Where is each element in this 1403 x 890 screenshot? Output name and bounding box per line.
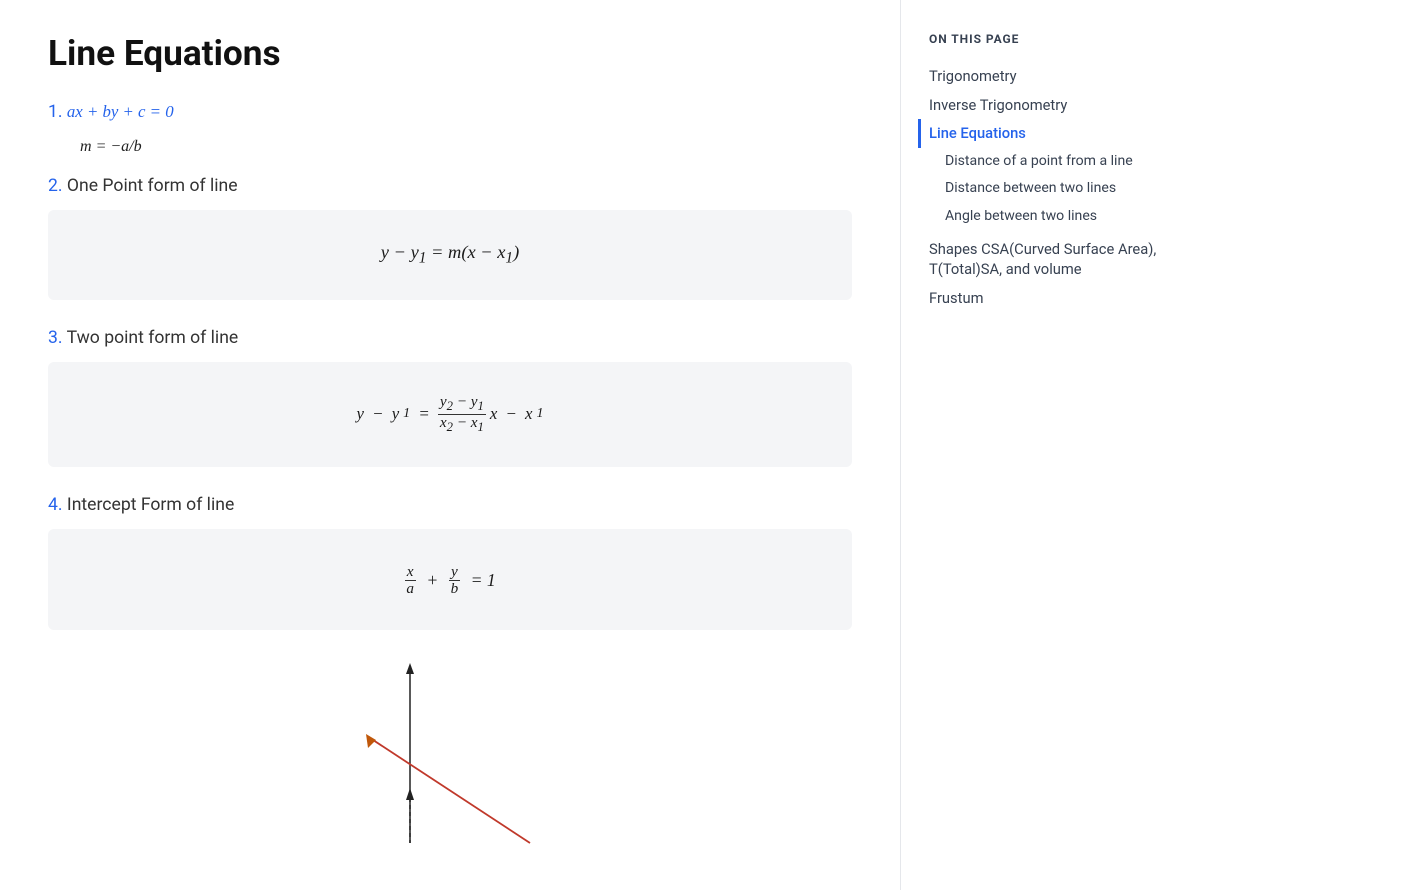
section-1-formula-inline: ax + by + c = 0 xyxy=(67,102,174,121)
section-1-subformula: m = −a/b xyxy=(80,138,142,155)
section-3-heading: 3. Two point form of line xyxy=(48,328,852,348)
sidebar-item-shapes-csa[interactable]: Shapes CSA(Curved Surface Area), T(Total… xyxy=(929,235,1160,284)
section-1-num: 1. xyxy=(48,102,63,122)
section-3-formula-box: y − y1 = y2 − y1 x2 − x1 x − x1 xyxy=(48,362,852,467)
sidebar-item-inverse-trig[interactable]: Inverse Trigonometry xyxy=(929,91,1160,120)
sidebar-item-distance-point[interactable]: Distance of a point from a line xyxy=(929,148,1160,176)
section-2-heading: 2. One Point form of line xyxy=(48,176,852,196)
section-3: 3. Two point form of line y − y1 = y2 − … xyxy=(48,328,852,467)
section-3-num: 3. xyxy=(48,328,63,348)
section-1: 1. ax + by + c = 0 m = −a/b xyxy=(48,102,852,156)
section-4-num: 4. xyxy=(48,495,63,515)
sidebar-item-frustum[interactable]: Frustum xyxy=(929,284,1160,313)
section-2-formula-box: y − y1 = m(x − x1) xyxy=(48,210,852,300)
section-4: 4. Intercept Form of line x a + y b = 1 xyxy=(48,495,852,630)
section-4-formula: x a + y b = 1 xyxy=(404,564,495,598)
page-title: Line Equations xyxy=(48,32,852,74)
sidebar-item-line-equations[interactable]: Line Equations xyxy=(918,119,1160,148)
sidebar-item-distance-lines[interactable]: Distance between two lines xyxy=(929,175,1160,203)
section-2-num: 2. xyxy=(48,176,63,196)
sidebar: ON THIS PAGE Trigonometry Inverse Trigon… xyxy=(900,0,1180,890)
sidebar-title: ON THIS PAGE xyxy=(929,32,1160,46)
section-4-heading: 4. Intercept Form of line xyxy=(48,495,852,515)
section-2-title: One Point form of line xyxy=(67,176,238,196)
section-2-formula: y − y1 = m(x − x1) xyxy=(381,242,519,262)
section-3-title: Two point form of line xyxy=(67,328,239,348)
section-4-title: Intercept Form of line xyxy=(67,495,234,515)
section-3-formula: y − y1 = y2 − y1 x2 − x1 x − x1 xyxy=(357,394,544,435)
sidebar-item-trigonometry[interactable]: Trigonometry xyxy=(929,62,1160,91)
section-1-heading: 1. ax + by + c = 0 xyxy=(48,102,852,122)
section-2: 2. One Point form of line y − y1 = m(x −… xyxy=(48,176,852,300)
graph-area xyxy=(48,658,852,858)
section-4-formula-box: x a + y b = 1 xyxy=(48,529,852,630)
sidebar-item-angle-lines[interactable]: Angle between two lines xyxy=(929,203,1160,231)
main-content: Line Equations 1. ax + by + c = 0 m = −a… xyxy=(0,0,900,890)
coordinate-graph xyxy=(330,658,570,858)
